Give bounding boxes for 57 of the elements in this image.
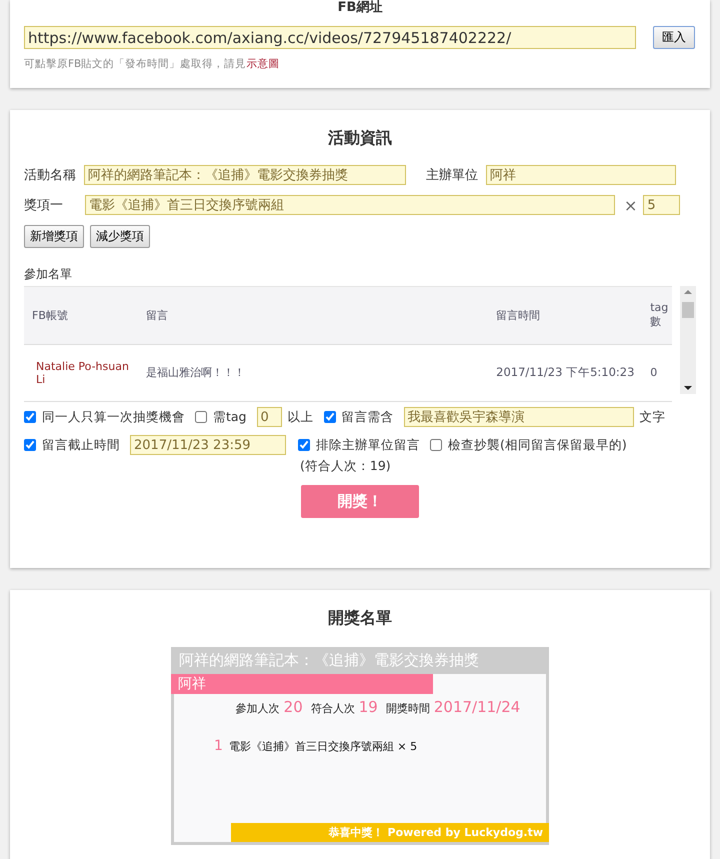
stat-label: 符合人次 [310,701,355,716]
checkbox[interactable] [24,439,36,451]
match-count: (符合人次：19) [300,458,392,475]
stat-value: 2017/11/24 [434,698,520,716]
url-field[interactable]: https://www.facebook.com/axiang.cc/videos/727945187402222/ [24,26,636,49]
table-cell: 是福山雅治啊！！！ [138,344,488,402]
option-label: 排除主辦單位留言 [316,436,420,454]
field-label: 主辦單位 [426,167,478,184]
checkbox[interactable] [298,439,310,451]
checkbox[interactable] [24,411,36,423]
organizer-field[interactable]: 阿祥 [486,165,676,185]
option-label: 留言截止時間 [42,436,120,454]
scroll-thumb[interactable] [682,302,694,318]
option-field[interactable]: 我最喜歡吳宇森導演 [404,407,634,427]
hint-text: 可點擊原FB貼文的「發布時間」處取得，請見示意圖 [24,57,280,71]
prize-button[interactable]: 新增獎項 [24,225,84,248]
option-field[interactable]: 2017/11/23 23:59 [130,435,286,455]
option-label: 以上 [288,408,314,426]
section-title: 活動資訊 [327,127,393,149]
section-title: FB網址 [336,0,384,15]
import-button[interactable]: 匯入 [653,26,695,49]
example-link[interactable]: 示意圖 [246,58,280,70]
times-sign: × [624,196,638,214]
checkbox[interactable] [195,411,207,423]
stat-label: 參加人次 [236,701,280,716]
list-label: 參加名單 [24,266,73,283]
stat-value: 20 [284,698,303,716]
scrollbar[interactable] [680,286,696,394]
option-label: 需tag [213,408,246,426]
checkbox[interactable] [430,439,442,451]
count-field[interactable]: 5 [643,195,680,215]
option-label: 留言需含 [342,408,394,426]
activity-name-field[interactable]: 阿祥的網路筆記本：《追捕》電影交換券抽獎 [84,165,406,185]
stat-label: 開獎時間 [386,701,430,716]
footer-banner: 恭喜中獎！ Powered by Luckydog.tw [231,823,549,842]
option-field[interactable]: 0 [256,407,282,427]
checkbox[interactable] [324,411,336,423]
column-header: FB帳號 [24,286,138,344]
prize-button[interactable]: 減少獎項 [90,225,150,248]
stat-value: 19 [358,698,378,716]
column-header: tag數 [648,286,672,344]
prize-field[interactable]: 電影《追捕》首三日交換序號兩組 [85,195,615,215]
field-label: 獎項一 [24,197,63,214]
column-header: 留言時間 [488,286,648,344]
prize-number: 1 [214,738,223,754]
organizer-banner: 阿祥 [171,674,433,694]
draw-button[interactable]: 開獎！ [301,485,419,518]
column-header: 留言 [138,286,488,344]
option-label: 檢查抄襲(相同留言保留最早的) [448,436,627,454]
table-cell: 0 [648,344,672,402]
table-cell: Natalie Po-hsuan Li [24,344,138,402]
section-title: 開獎名單 [327,607,393,629]
prize-text: 電影《追捕》首三日交換序號兩組 × 5 [228,739,418,754]
option-label: 文字 [640,408,666,426]
option-label: 同一人只算一次抽獎機會 [42,408,185,426]
field-label: 活動名稱 [24,167,76,184]
table-cell: 2017/11/23 下午5:10:23 [488,344,648,402]
